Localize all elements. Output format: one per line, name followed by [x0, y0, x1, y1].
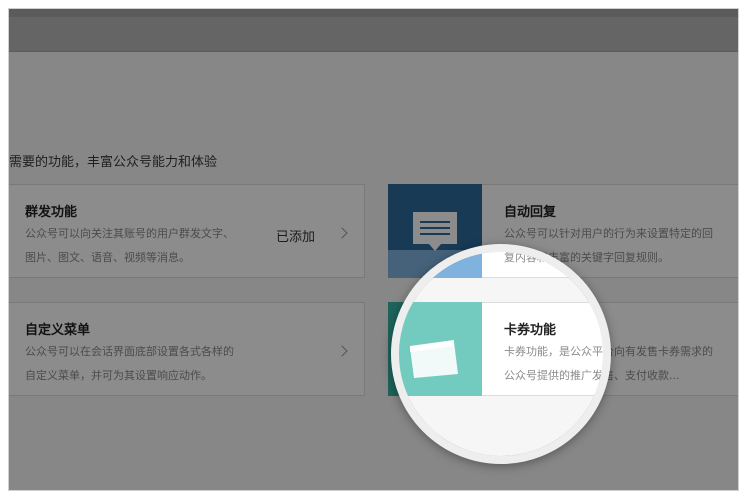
- feature-title: 自动回复: [504, 205, 557, 220]
- header-strip: [9, 9, 738, 17]
- feature-description: 公众号可以在会话界面底部设置各式各样的 自定义菜单，并可为其设置响应动作。: [25, 340, 234, 388]
- feature-description: 公众号可以向关注其账号的用户群发文字、 图片、图文、语音、视频等消息。: [25, 222, 234, 270]
- spotlight-feature-description: 卡券功能，是公众平台向有发售卡券需求的 公众号提供的推广发售、支付收款...: [504, 340, 603, 388]
- spotlight-card-card-coupon: 卡券功能 卡券功能，是公众平台向有发售卡券需求的 公众号提供的推广发售、支付收款…: [399, 302, 603, 396]
- spotlight-circle: 公众号可以针对用户的行为来设置特定的回 复内容和丰富的关键字回复规则。 卡券功能…: [391, 244, 611, 464]
- status-badge: 已添加: [276, 230, 316, 245]
- spotlight-feature-title: 卡券功能: [504, 323, 557, 338]
- feature-card-mass-send[interactable]: 群发功能 公众号可以向关注其账号的用户群发文字、 图片、图文、语音、视频等消息。…: [9, 184, 365, 278]
- feature-desc-line: 自定义菜单，并可为其设置响应动作。: [25, 369, 212, 382]
- feature-card-custom-menu[interactable]: 自定义菜单 公众号可以在会话界面底部设置各式各样的 自定义菜单，并可为其设置响应…: [9, 302, 365, 396]
- feature-page: 需要的功能，丰富公众号能力和体验 群发功能 公众号可以向关注其账号的用户群发文字…: [8, 8, 739, 491]
- chevron-right-icon: [336, 227, 348, 239]
- feature-desc-line: 公众号可以向关注其账号的用户群发文字、: [25, 227, 234, 240]
- feature-desc-line: 公众号可以在会话界面底部设置各式各样的: [25, 345, 234, 358]
- feature-title: 自定义菜单: [25, 323, 91, 338]
- card-icon: [410, 340, 458, 378]
- spotlight-content: 公众号可以针对用户的行为来设置特定的回 复内容和丰富的关键字回复规则。 卡券功能…: [399, 252, 603, 456]
- spotlight-desc-line: 公众号提供的推广发售、支付收款...: [504, 369, 603, 382]
- chevron-right-icon: [336, 345, 348, 357]
- header-bar: [9, 9, 738, 52]
- spotlight-desc-line: 卡券功能，是公众平台向有发售卡券需求的: [504, 345, 603, 358]
- feature-desc-line: 公众号可以针对用户的行为来设置特定的回: [504, 227, 713, 240]
- spotlight-card-icon-box: [399, 302, 482, 396]
- spotlight-icon-band: [399, 252, 482, 278]
- feature-desc-line: 图片、图文、语音、视频等消息。: [25, 251, 190, 264]
- feature-title: 群发功能: [25, 205, 78, 220]
- section-intro: 需要的功能，丰富公众号能力和体验: [9, 155, 218, 170]
